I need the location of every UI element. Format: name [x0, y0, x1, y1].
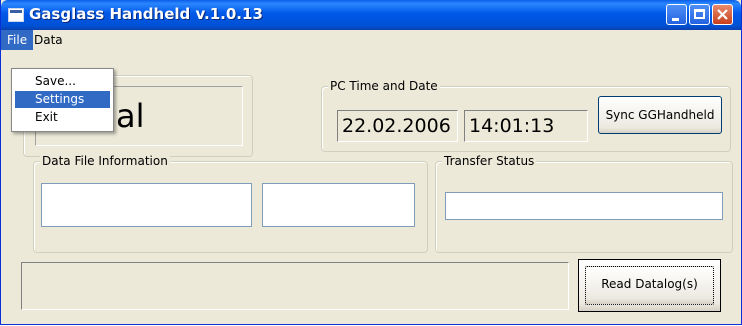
date-display: 22.02.2006 — [337, 110, 458, 142]
data-file-label: Data File Information — [40, 154, 170, 168]
title-bar[interactable]: Gasglass Handheld v.1.0.13 — [1, 0, 741, 30]
menu-data[interactable]: Data — [28, 30, 69, 50]
menu-item-settings[interactable]: Settings — [15, 91, 110, 108]
menu-item-exit[interactable]: Exit — [15, 109, 110, 126]
transfer-label: Transfer Status — [442, 154, 537, 168]
main-window: Gasglass Handheld v.1.0.13 File Data al … — [0, 0, 742, 325]
minimize-button[interactable] — [666, 4, 687, 25]
data-file-field-2[interactable] — [262, 183, 415, 227]
sync-gghandheld-button[interactable]: Sync GGHandheld — [598, 96, 722, 134]
transfer-status-field — [445, 192, 723, 220]
maximize-button[interactable] — [689, 4, 710, 25]
read-datalogs-label: Read Datalog(s) — [601, 277, 698, 291]
window-title: Gasglass Handheld v.1.0.13 — [29, 5, 263, 23]
data-file-field-1[interactable] — [41, 183, 252, 227]
time-display: 14:01:13 — [464, 110, 588, 142]
close-button[interactable] — [712, 4, 733, 25]
status-bar — [21, 262, 569, 310]
close-icon — [717, 9, 728, 20]
pc-time-label: PC Time and Date — [328, 79, 440, 93]
menu-bar: File Data — [1, 30, 741, 50]
file-menu-popup: Save... Settings Exit — [11, 68, 114, 132]
menu-item-save[interactable]: Save... — [15, 73, 110, 90]
read-datalogs-button[interactable]: Read Datalog(s) — [578, 259, 721, 312]
app-icon[interactable] — [8, 8, 24, 22]
connection-text: al — [116, 97, 145, 135]
